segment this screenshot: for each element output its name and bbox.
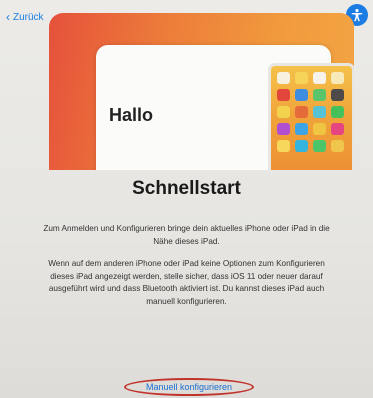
app-icon: [295, 72, 308, 84]
manual-setup-label: Manuell konfigurieren: [145, 382, 233, 392]
quick-start-screen: ‹ Zurück Hallo Schnellstart Zum Anmelden…: [0, 0, 373, 398]
instruction-text: Zum Anmelden und Konfigurieren bringe de…: [43, 224, 330, 246]
app-icon: [313, 89, 326, 101]
hello-text: Hallo: [109, 105, 154, 125]
app-icon: [277, 140, 290, 152]
app-icon: [313, 123, 326, 135]
hero-illustration: Hallo: [49, 13, 354, 170]
app-icon-grid: [277, 72, 344, 152]
app-icon: [313, 72, 326, 84]
manual-setup-button[interactable]: Manuell konfigurieren: [124, 378, 254, 396]
back-button[interactable]: ‹ Zurück: [6, 11, 44, 23]
app-icon: [331, 106, 344, 118]
app-icon: [295, 140, 308, 152]
app-icon: [295, 89, 308, 101]
app-icon: [331, 89, 344, 101]
app-icon: [277, 72, 290, 84]
troubleshooting-text: Wenn auf dem anderen iPhone oder iPad ke…: [48, 259, 325, 306]
app-icon: [313, 106, 326, 118]
page-title: Schnellstart: [132, 178, 241, 199]
app-icon: [295, 123, 308, 135]
app-icon: [313, 140, 326, 152]
back-label: Zurück: [13, 11, 44, 23]
app-icon: [331, 72, 344, 84]
chevron-left-icon: ‹: [6, 10, 10, 24]
app-icon: [331, 140, 344, 152]
ipad-illustration: [268, 63, 354, 170]
app-icon: [277, 106, 290, 118]
app-icon: [331, 123, 344, 135]
app-icon: [295, 106, 308, 118]
app-icon: [277, 89, 290, 101]
app-icon: [277, 123, 290, 135]
